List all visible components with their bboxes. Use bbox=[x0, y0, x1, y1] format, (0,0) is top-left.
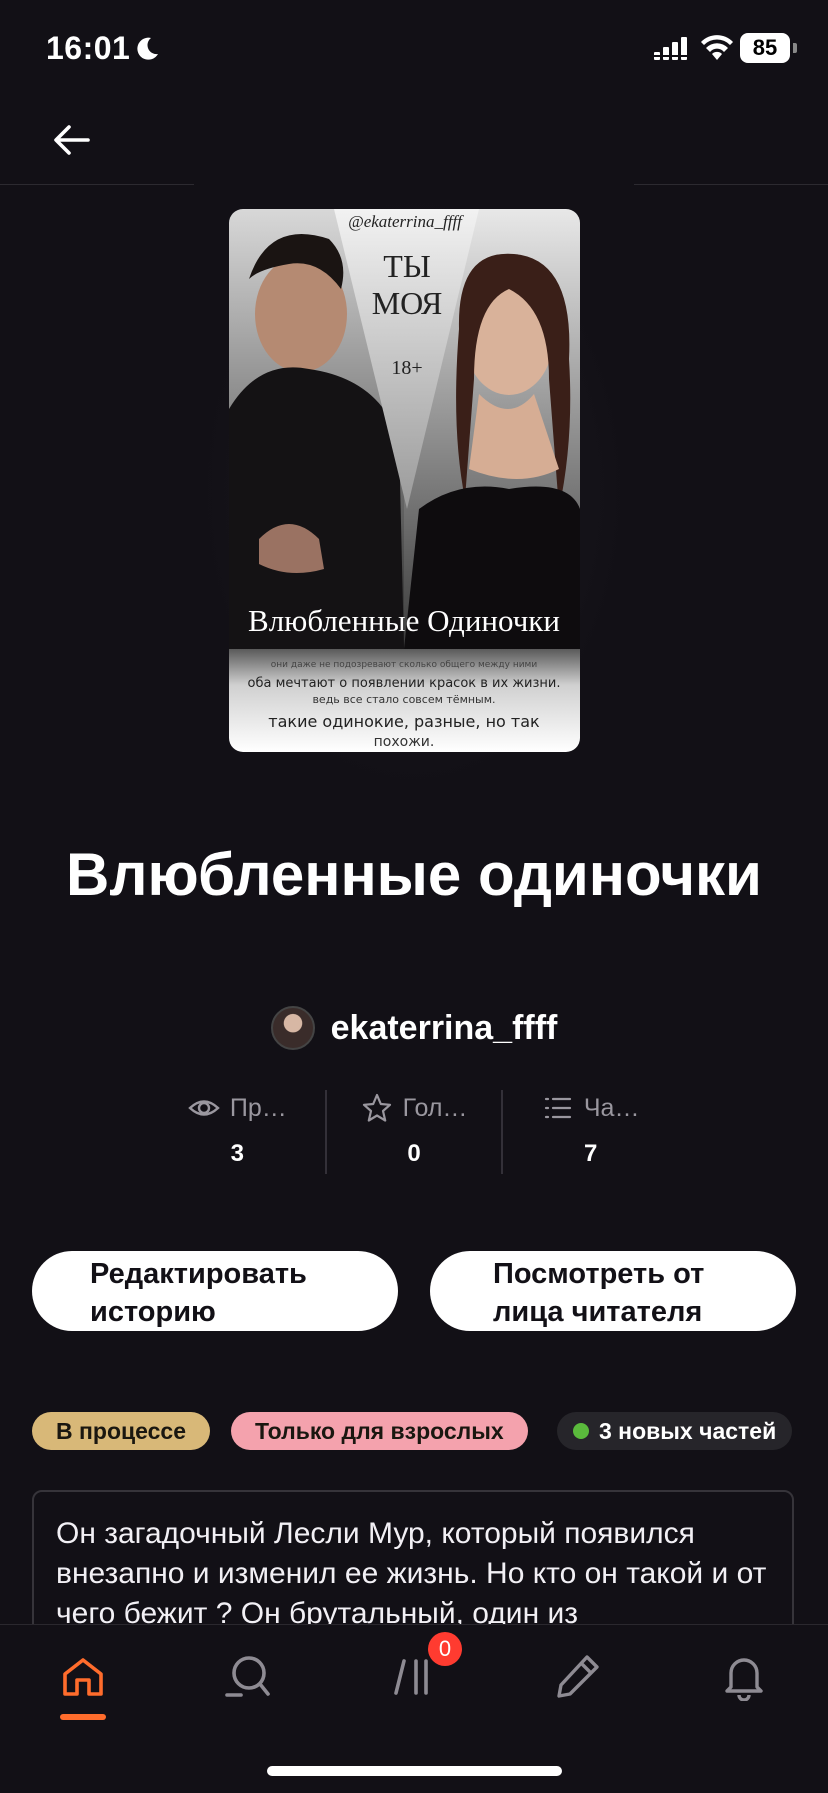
stat-votes-label: Гол… bbox=[402, 1093, 468, 1122]
status-badge-in-progress: В процессе bbox=[32, 1412, 210, 1450]
cover-line-5: похожи. bbox=[374, 734, 435, 750]
cover-line-2: оба мечтают о появлении красок в их жизн… bbox=[248, 676, 561, 691]
battery-indicator: 85 bbox=[740, 33, 797, 63]
nav-active-indicator bbox=[60, 1714, 106, 1720]
library-badge: 0 bbox=[428, 1632, 462, 1666]
status-time: 16:01 bbox=[46, 30, 131, 66]
home-indicator bbox=[267, 1766, 562, 1776]
story-cover[interactable]: @ekaterrina_ffff ТЫ МОЯ 18+ Влюбленные О… bbox=[229, 209, 580, 752]
nav-search[interactable] bbox=[218, 1646, 278, 1706]
bell-icon bbox=[725, 1658, 763, 1701]
stat-reads-label: Пр… bbox=[229, 1093, 287, 1122]
author-row[interactable]: ekaterrina_ffff bbox=[0, 1006, 828, 1050]
author-avatar[interactable] bbox=[270, 1006, 315, 1050]
edit-story-button[interactable]: Редактировать историю bbox=[32, 1251, 398, 1331]
author-name[interactable]: ekaterrina_ffff bbox=[331, 1009, 558, 1048]
reader-view-label: Посмотреть от лица читателя bbox=[493, 1258, 705, 1328]
moon-icon bbox=[137, 37, 158, 60]
stat-parts-label: Ча… bbox=[583, 1093, 640, 1122]
nav-notifications[interactable] bbox=[714, 1646, 774, 1706]
cover-top-text-1: ТЫ bbox=[383, 248, 430, 284]
new-parts-badge: 3 новых частей bbox=[557, 1412, 793, 1450]
story-description: Он загадочный Лесли Мур, который появилс… bbox=[56, 1517, 767, 1630]
cover-top-text-2: МОЯ bbox=[372, 285, 443, 321]
stat-reads: Пр… 3 bbox=[150, 1090, 325, 1174]
new-dot-icon bbox=[573, 1423, 589, 1439]
cover-line-3: ведь все стало совсем тёмным. bbox=[312, 693, 495, 706]
back-arrow-icon[interactable] bbox=[48, 116, 96, 164]
nav-home[interactable] bbox=[53, 1646, 113, 1706]
stat-reads-value: 3 bbox=[230, 1140, 245, 1167]
cover-line-1: они даже не подозревают сколько общего м… bbox=[271, 660, 538, 670]
pencil-icon bbox=[557, 1655, 599, 1698]
cover-handle: @ekaterrina_ffff bbox=[348, 212, 464, 231]
nav-write[interactable] bbox=[548, 1646, 608, 1706]
cover-line-4: такие одинокие, разные, но так bbox=[268, 712, 540, 731]
mature-badge: Только для взрослых bbox=[231, 1412, 528, 1450]
story-title: Влюбленные одиночки bbox=[66, 841, 762, 908]
reader-view-button[interactable]: Посмотреть от лица читателя bbox=[430, 1251, 796, 1331]
stat-parts-value: 7 bbox=[584, 1140, 598, 1167]
star-icon bbox=[362, 1093, 391, 1122]
stat-votes: Гол… 0 bbox=[324, 1090, 502, 1174]
cover-art: @ekaterrina_ffff ТЫ МОЯ 18+ Влюбленные О… bbox=[229, 209, 580, 752]
cover-age: 18+ bbox=[391, 357, 422, 379]
home-icon bbox=[63, 1658, 103, 1696]
cover-title: Влюбленные Одиночки bbox=[248, 603, 560, 638]
cellular-signal-icon bbox=[654, 37, 690, 60]
edit-story-label: Редактировать историю bbox=[90, 1258, 307, 1328]
stat-votes-value: 0 bbox=[407, 1140, 421, 1167]
eye-icon bbox=[188, 1100, 220, 1116]
new-parts-label: 3 новых частей bbox=[599, 1417, 777, 1444]
story-stats: Пр… 3 Гол… 0 Ча… 7 bbox=[150, 1090, 678, 1174]
search-icon bbox=[225, 1656, 270, 1697]
wifi-icon bbox=[701, 35, 733, 60]
stat-parts: Ча… 7 bbox=[501, 1090, 678, 1174]
list-icon bbox=[544, 1097, 571, 1119]
